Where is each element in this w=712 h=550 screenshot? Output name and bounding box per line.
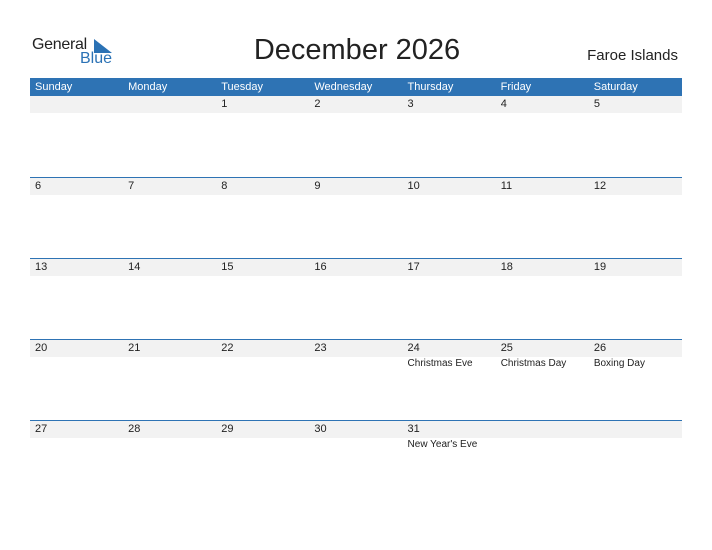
day-cell: 14 — [123, 259, 216, 340]
day-cell: 26 Boxing Day — [589, 340, 682, 421]
day-cell: 27 — [30, 421, 123, 502]
day-cell: 21 — [123, 340, 216, 421]
day-number: 1 — [221, 98, 228, 110]
weekday-saturday: Saturday — [593, 81, 638, 93]
day-number: 30 — [314, 423, 327, 435]
day-cell: 9 — [309, 178, 402, 259]
day-number: 28 — [128, 423, 141, 435]
day-number: 22 — [221, 342, 234, 354]
week-row: 1 2 3 4 5 — [30, 96, 682, 177]
day-cell — [30, 96, 123, 177]
holiday-label: New Year's Eve — [407, 439, 478, 450]
day-number: 3 — [407, 98, 414, 110]
day-number: 12 — [593, 180, 607, 192]
day-cell: 3 — [403, 96, 496, 177]
day-number: 7 — [128, 180, 135, 192]
day-cell: 7 — [123, 178, 216, 259]
day-number: 5 — [593, 98, 600, 110]
day-number: 31 — [407, 423, 420, 435]
day-cell: 23 — [309, 340, 402, 421]
weekday-tuesday: Tuesday — [221, 81, 264, 93]
day-cell: 11 — [496, 178, 589, 259]
day-number: 21 — [128, 342, 141, 354]
day-number: 10 — [407, 180, 420, 192]
day-number: 9 — [314, 180, 321, 192]
day-cell: 22 — [216, 340, 309, 421]
day-cell: 19 — [589, 259, 682, 340]
month-year: December 2026 — [253, 34, 461, 66]
day-number: 19 — [593, 261, 607, 273]
day-number: 13 — [35, 261, 48, 273]
week-row: 27 28 29 30 31 New Year's Eve — [30, 420, 682, 502]
day-cell: 20 — [30, 340, 123, 421]
day-cell: 18 — [496, 259, 589, 340]
day-number: 15 — [221, 261, 234, 273]
day-cell: 25 Christmas Day — [496, 340, 589, 421]
day-cell: 2 — [309, 96, 402, 177]
day-number: 24 — [407, 342, 420, 354]
day-number: 16 — [314, 261, 327, 273]
day-number: 27 — [35, 423, 48, 435]
day-cell: 16 — [309, 259, 402, 340]
day-number: 18 — [500, 261, 513, 273]
day-cell: 28 — [123, 421, 216, 502]
day-number: 2 — [314, 98, 321, 110]
day-cell: 6 — [30, 178, 123, 259]
day-number: 23 — [314, 342, 327, 354]
weekday-header: Sunday Monday Tuesday Wednesday Thursday… — [30, 78, 682, 96]
day-number: 20 — [35, 342, 48, 354]
day-number: 4 — [500, 98, 507, 110]
day-cell: 15 — [216, 259, 309, 340]
day-cell: 30 — [309, 421, 402, 502]
weekday-thursday: Thursday — [407, 81, 454, 93]
day-cell: 24 Christmas Eve — [403, 340, 496, 421]
day-cell: 4 — [496, 96, 589, 177]
day-cell: 31 New Year's Eve — [403, 421, 496, 502]
day-cell — [589, 421, 682, 502]
holiday-label: Boxing Day — [593, 358, 645, 369]
day-cell: 12 — [589, 178, 682, 259]
day-number: 26 — [593, 342, 607, 354]
day-cell: 1 — [216, 96, 309, 177]
week-row: 20 21 22 23 24 Christmas Eve 25 Christmas Day 26… — [30, 339, 682, 421]
country-label: Faroe Islands — [587, 47, 678, 64]
weekday-monday: Monday — [128, 81, 168, 93]
day-number: 14 — [128, 261, 141, 273]
day-cell: 5 — [589, 96, 682, 177]
day-cell — [123, 96, 216, 177]
day-cell: 10 — [403, 178, 496, 259]
day-number: 25 — [500, 342, 513, 354]
day-cell — [496, 421, 589, 502]
day-cell: 29 — [216, 421, 309, 502]
day-cell: 13 — [30, 259, 123, 340]
day-cell: 8 — [216, 178, 309, 259]
day-number: 17 — [407, 261, 420, 273]
weekday-sunday: Sunday — [35, 81, 73, 93]
week-row: 6 7 8 9 10 11 12 — [30, 177, 682, 259]
day-number: 11 — [500, 180, 513, 192]
day-number: 29 — [221, 423, 234, 435]
day-number: 8 — [221, 180, 228, 192]
week-row: 13 14 15 16 17 18 19 — [30, 258, 682, 340]
holiday-label: Christmas Day — [500, 358, 567, 369]
weekday-wednesday: Wednesday — [314, 81, 373, 93]
holiday-label: Christmas Eve — [407, 358, 473, 369]
day-number: 6 — [35, 180, 42, 192]
day-cell: 17 — [403, 259, 496, 340]
weekday-friday: Friday — [500, 81, 532, 93]
